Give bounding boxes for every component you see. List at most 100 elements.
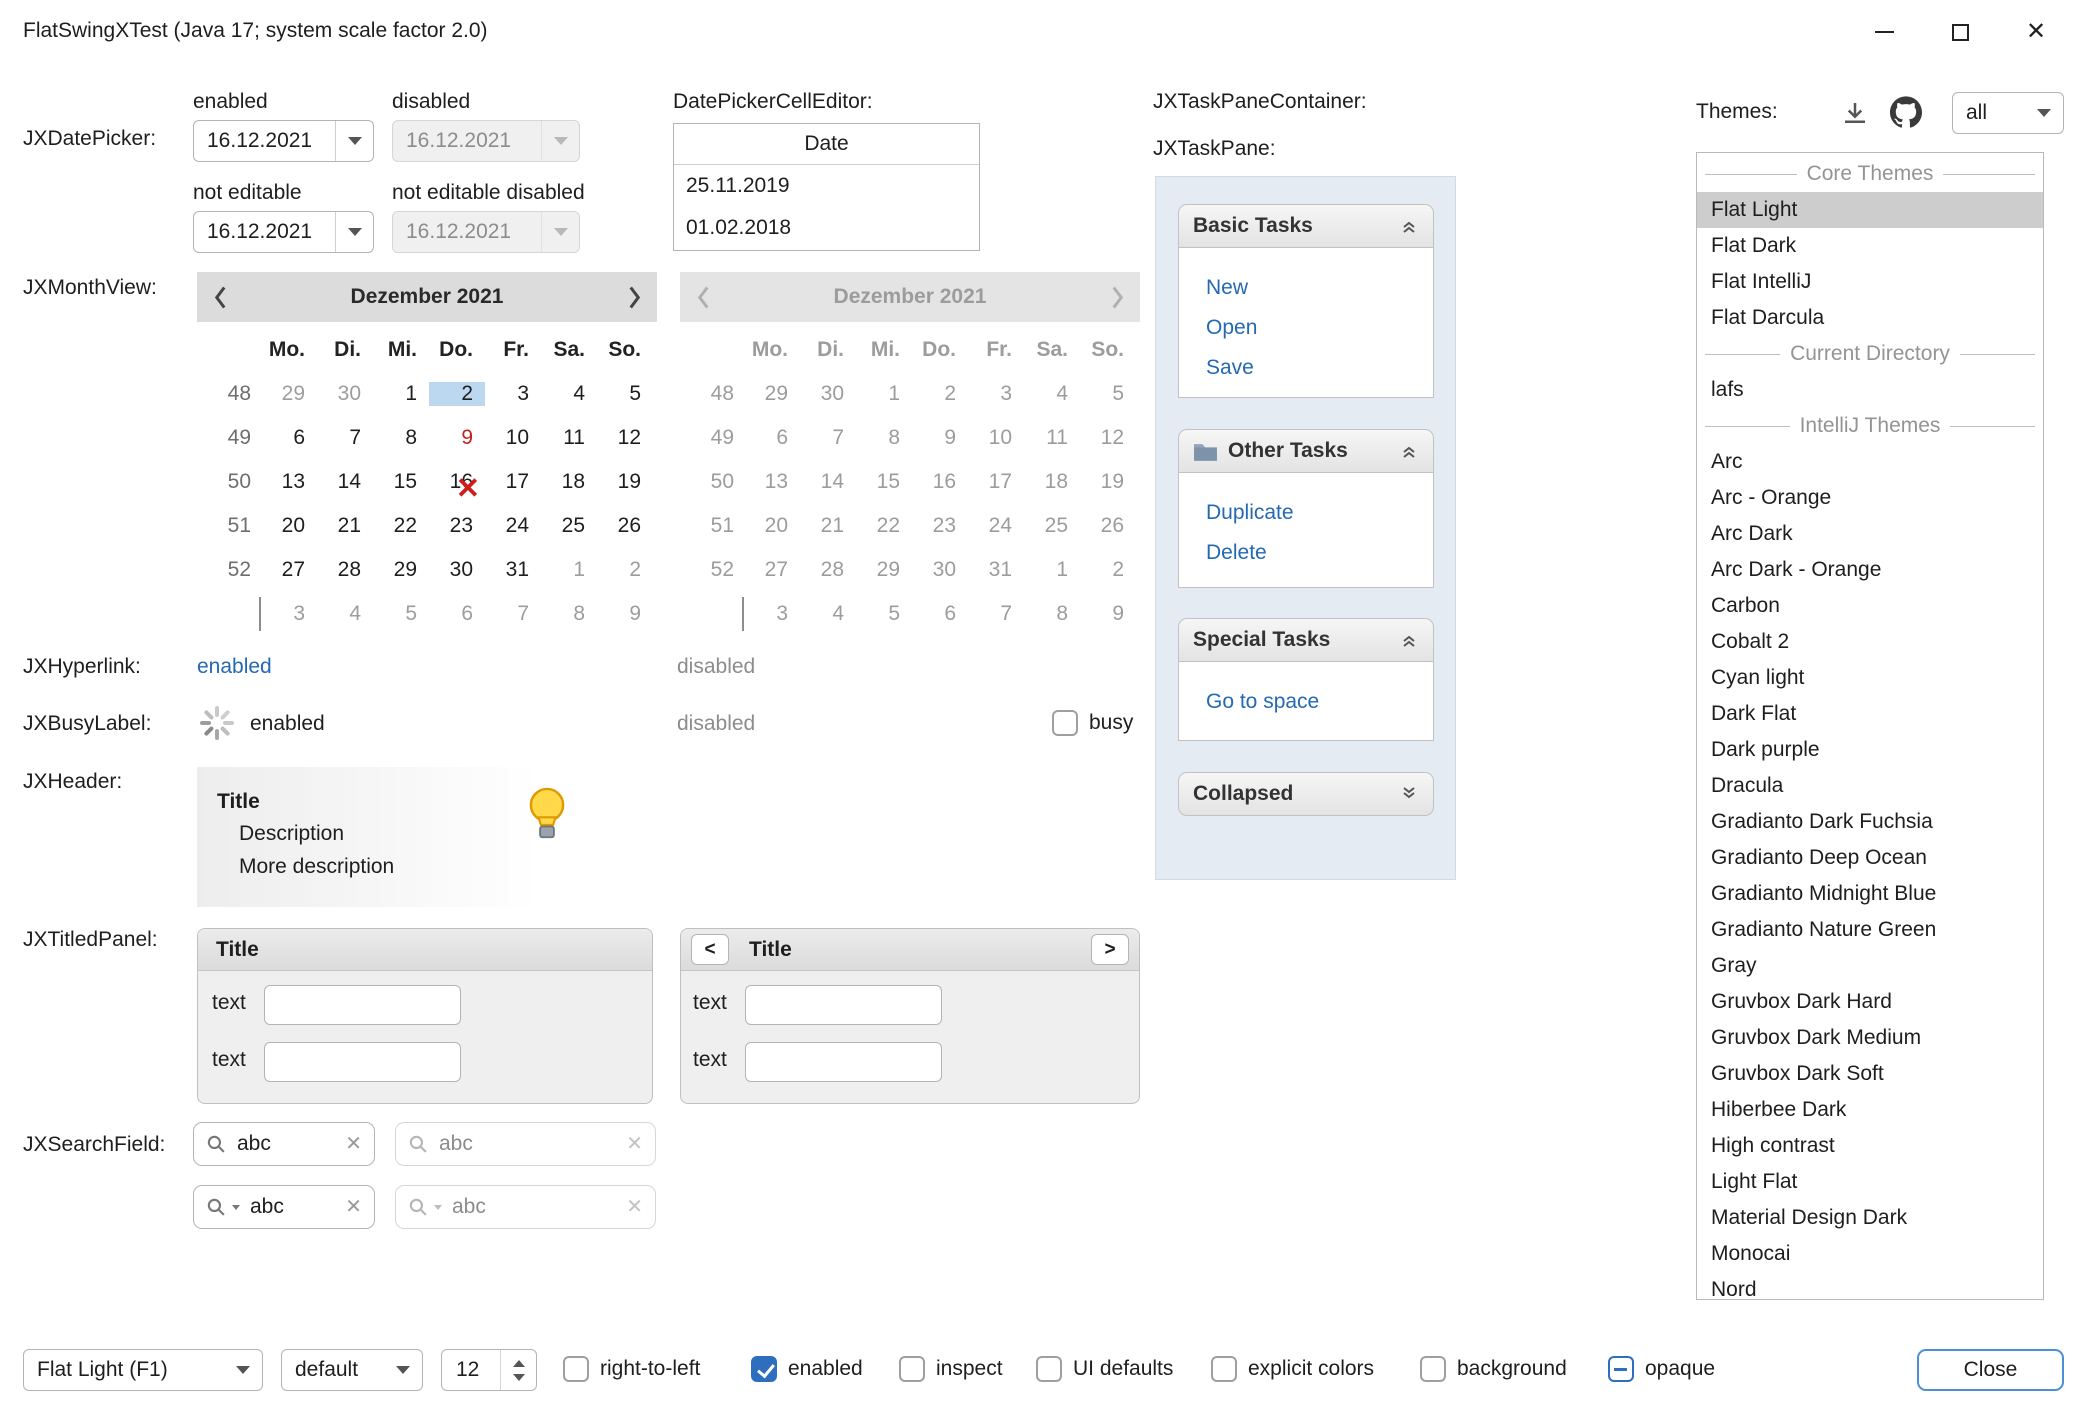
font-combo[interactable]: default (281, 1349, 423, 1391)
titledpanel-text-input[interactable] (264, 985, 461, 1025)
enabled-checkbox[interactable]: enabled (751, 1356, 863, 1382)
day-cell[interactable]: 17 (485, 470, 541, 494)
day-cell[interactable]: 2 (429, 382, 485, 406)
task-link[interactable]: Delete (1206, 541, 1433, 565)
day-cell[interactable]: 15 (373, 470, 429, 494)
taskpane-special-tasks-header[interactable]: Special Tasks (1178, 618, 1434, 662)
day-cell[interactable]: 23 (429, 514, 485, 538)
day-cell[interactable]: 6 (429, 602, 485, 626)
day-cell[interactable]: 2 (597, 558, 653, 582)
theme-item[interactable]: Light Flat (1697, 1164, 2043, 1200)
day-cell[interactable]: 18 (541, 470, 597, 494)
theme-item[interactable]: Arc Dark (1697, 516, 2043, 552)
day-cell[interactable]: 22 (373, 514, 429, 538)
collapse-chevron-icon[interactable] (1399, 216, 1419, 236)
day-cell[interactable]: 7 (485, 602, 541, 626)
theme-item[interactable]: Gruvbox Dark Medium (1697, 1020, 2043, 1056)
day-cell[interactable]: 3 (485, 382, 541, 406)
theme-item[interactable]: Gruvbox Dark Hard (1697, 984, 2043, 1020)
theme-item[interactable]: Gray (1697, 948, 2043, 984)
titledpanel-text-input[interactable] (745, 1042, 942, 1082)
taskpane-collapsed-header[interactable]: Collapsed (1178, 772, 1434, 816)
searchfield-menu-enabled[interactable]: ✕ (193, 1185, 375, 1229)
theme-item[interactable]: Flat Darcula (1697, 300, 2043, 336)
titledpanel-text-input[interactable] (745, 985, 942, 1025)
maximize-button[interactable] (1922, 0, 1998, 64)
day-cell[interactable]: 9 (597, 602, 653, 626)
theme-item[interactable]: Cobalt 2 (1697, 624, 2043, 660)
prev-month-button[interactable] (197, 272, 243, 322)
datepicker-dropdown-button[interactable] (335, 121, 373, 161)
collapse-chevron-icon[interactable] (1399, 441, 1419, 461)
spinner-buttons[interactable] (500, 1350, 536, 1390)
opaque-checkbox[interactable]: opaque (1608, 1356, 1715, 1382)
theme-item[interactable]: Flat Dark (1697, 228, 2043, 264)
theme-item[interactable]: Gradianto Nature Green (1697, 912, 2043, 948)
day-cell[interactable]: 1 (373, 382, 429, 406)
day-cell[interactable]: 7 (317, 426, 373, 450)
task-link[interactable]: New (1206, 276, 1433, 300)
font-size-spinner[interactable]: 12 (441, 1349, 537, 1391)
collapse-chevron-icon[interactable] (1399, 630, 1419, 650)
right-to-left-checkbox[interactable]: right-to-left (563, 1356, 700, 1382)
clear-icon[interactable]: ✕ (345, 1197, 362, 1217)
day-cell[interactable]: 5 (597, 382, 653, 406)
ui-defaults-checkbox[interactable]: UI defaults (1036, 1356, 1173, 1382)
day-cell[interactable]: 4 (541, 382, 597, 406)
explicit-colors-checkbox[interactable]: explicit colors (1211, 1356, 1374, 1382)
task-link[interactable]: Save (1206, 356, 1433, 380)
hyperlink-enabled[interactable]: enabled (197, 655, 272, 679)
theme-item[interactable]: Cyan light (1697, 660, 2043, 696)
table-row[interactable]: 25.11.2019 (674, 165, 979, 207)
day-cell[interactable]: 30 (429, 558, 485, 582)
theme-item[interactable]: Arc Dark - Orange (1697, 552, 2043, 588)
day-cell[interactable]: 5 (373, 602, 429, 626)
day-cell[interactable]: 13 (261, 470, 317, 494)
day-cell[interactable]: 12 (597, 426, 653, 450)
day-cell[interactable]: 6 (261, 426, 317, 450)
theme-item[interactable]: Gradianto Deep Ocean (1697, 840, 2043, 876)
day-cell[interactable]: 29 (261, 382, 317, 406)
task-link[interactable]: Go to space (1206, 690, 1433, 714)
theme-item[interactable]: Arc - Orange (1697, 480, 2043, 516)
datepicker-dropdown-button[interactable] (335, 212, 373, 252)
day-cell[interactable]: 9 (429, 426, 485, 450)
taskpane-other-tasks-header[interactable]: Other Tasks (1178, 429, 1434, 473)
task-link[interactable]: Duplicate (1206, 501, 1433, 525)
table-row[interactable]: 01.02.2018 (674, 207, 979, 249)
theme-item[interactable]: High contrast (1697, 1128, 2043, 1164)
titledpanel-left-button[interactable]: < (691, 934, 729, 965)
datepicker-enabled[interactable]: 16.12.2021 (193, 120, 374, 162)
search-input[interactable] (237, 1132, 335, 1156)
theme-item[interactable]: Hiberbee Dark (1697, 1092, 2043, 1128)
theme-item[interactable]: Monocai (1697, 1236, 2043, 1272)
search-input[interactable] (250, 1195, 335, 1219)
close-button[interactable]: ✕ (1998, 0, 2074, 64)
taskpane-basic-tasks-header[interactable]: Basic Tasks (1178, 204, 1434, 248)
day-cell[interactable]: 19 (597, 470, 653, 494)
minimize-button[interactable] (1846, 0, 1922, 64)
task-link[interactable]: Open (1206, 316, 1433, 340)
day-cell[interactable]: 1 (541, 558, 597, 582)
day-cell[interactable]: 29 (373, 558, 429, 582)
day-cell[interactable]: 10 (485, 426, 541, 450)
theme-item[interactable]: Dark Flat (1697, 696, 2043, 732)
day-cell[interactable]: 4 (317, 602, 373, 626)
day-cell[interactable]: 3 (261, 602, 317, 626)
theme-item[interactable]: Carbon (1697, 588, 2043, 624)
day-cell[interactable]: 20 (261, 514, 317, 538)
themes-filter-combo[interactable]: all (1952, 92, 2064, 134)
theme-item[interactable]: Flat IntelliJ (1697, 264, 2043, 300)
background-checkbox[interactable]: background (1420, 1356, 1567, 1382)
searchfield-enabled[interactable]: ✕ (193, 1122, 375, 1166)
day-cell[interactable]: 31 (485, 558, 541, 582)
busy-checkbox[interactable]: busy (1052, 710, 1133, 736)
theme-item[interactable]: Dark purple (1697, 732, 2043, 768)
github-icon[interactable] (1890, 96, 1922, 128)
datepicker-value[interactable]: 16.12.2021 (194, 129, 335, 153)
theme-item[interactable]: Material Design Dark (1697, 1200, 2043, 1236)
theme-item[interactable]: Gradianto Dark Fuchsia (1697, 804, 2043, 840)
datepicker-not-editable[interactable]: 16.12.2021 (193, 211, 374, 253)
day-cell[interactable]: 16 (429, 470, 485, 494)
day-cell[interactable]: 8 (373, 426, 429, 450)
